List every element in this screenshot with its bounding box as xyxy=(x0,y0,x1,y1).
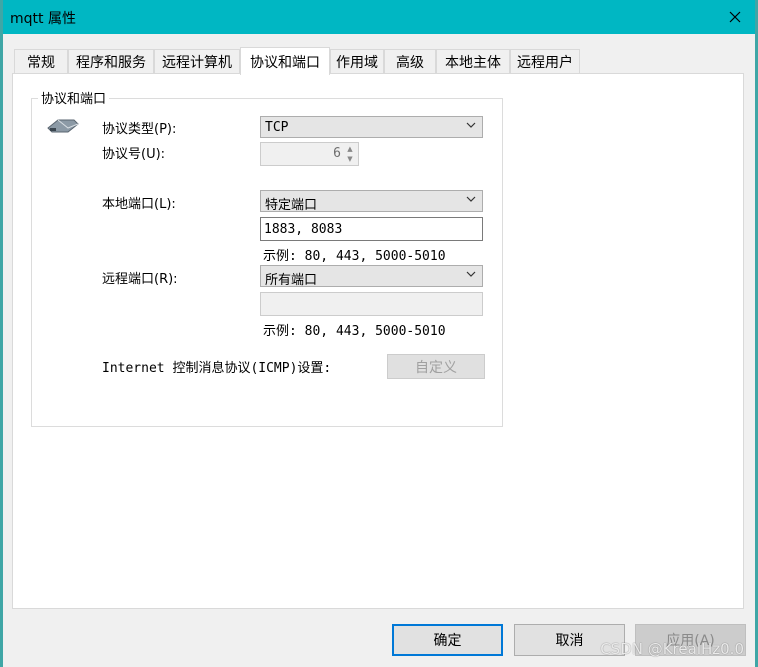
tab-programs-services[interactable]: 程序和服务 xyxy=(68,49,154,73)
protocol-type-select[interactable]: TCP xyxy=(260,116,483,138)
tab-scope[interactable]: 作用域 xyxy=(330,49,384,73)
window-title: mqtt 属性 xyxy=(10,11,76,27)
local-port-label: 本地端口(L): xyxy=(102,197,176,212)
local-port-example: 示例: 80, 443, 5000-5010 xyxy=(263,249,446,264)
protocol-number-stepper[interactable]: 6 ▲ ▼ xyxy=(260,142,359,166)
remote-ports-input[interactable] xyxy=(260,292,483,316)
tab-remote-users[interactable]: 远程用户 xyxy=(510,49,580,73)
stepper-buttons: ▲ ▼ xyxy=(343,144,357,164)
tab-remote-computers[interactable]: 远程计算机 xyxy=(154,49,240,73)
customize-button[interactable]: 自定义 xyxy=(387,354,485,379)
window-edge-left xyxy=(0,0,3,667)
watermark: CSDN @KrealHz0.0 xyxy=(600,640,744,658)
remote-port-select[interactable]: 所有端口 xyxy=(260,265,483,288)
local-ports-text: 1883, 8083 xyxy=(264,222,343,237)
title-bar[interactable]: mqtt 属性 xyxy=(0,0,758,34)
ok-button[interactable]: 确定 xyxy=(392,624,503,656)
protocol-type-value: TCP xyxy=(265,120,289,135)
tab-protocols-ports[interactable]: 协议和端口 xyxy=(240,47,330,75)
chevron-down-icon xyxy=(466,196,476,202)
remote-port-example: 示例: 80, 443, 5000-5010 xyxy=(263,324,446,339)
icmp-settings-label: Internet 控制消息协议(ICMP)设置: xyxy=(102,361,332,376)
protocol-number-label: 协议号(U): xyxy=(102,147,166,162)
local-ports-input[interactable]: 1883, 8083 xyxy=(260,217,483,241)
network-protocol-icon xyxy=(47,119,79,133)
chevron-down-icon xyxy=(466,122,476,128)
protocol-type-label: 协议类型(P): xyxy=(102,122,177,137)
tab-advanced[interactable]: 高级 xyxy=(384,49,436,73)
close-icon xyxy=(729,11,741,23)
chevron-down-icon xyxy=(466,271,476,277)
close-button[interactable] xyxy=(712,0,758,34)
remote-port-value: 所有端口 xyxy=(265,273,318,288)
group-title: 协议和端口 xyxy=(38,88,110,107)
protocol-number-value: 6 xyxy=(333,146,341,161)
local-port-value: 特定端口 xyxy=(265,198,318,213)
local-port-select[interactable]: 特定端口 xyxy=(260,190,483,213)
tab-local-principals[interactable]: 本地主体 xyxy=(436,49,510,73)
stepper-up-icon[interactable]: ▲ xyxy=(343,144,357,154)
tab-general[interactable]: 常规 xyxy=(14,49,68,73)
properties-dialog: mqtt 属性 常规 程序和服务 远程计算机 协议和端口 作用域 高级 本地主体… xyxy=(0,0,758,667)
stepper-down-icon[interactable]: ▼ xyxy=(343,154,357,164)
remote-port-label: 远程端口(R): xyxy=(102,272,178,287)
